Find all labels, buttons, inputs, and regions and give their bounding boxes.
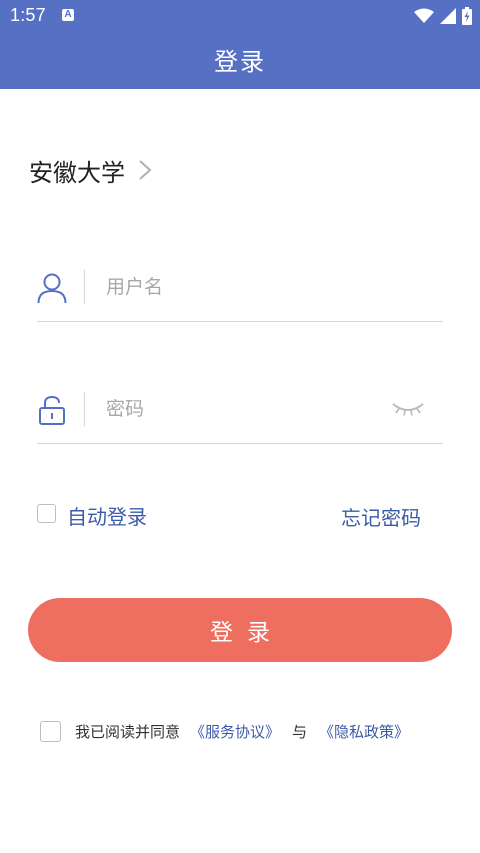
- agreement-and: 与: [292, 722, 308, 741]
- app-header: 1:57 A 登录: [0, 0, 480, 89]
- signal-icon: [440, 8, 456, 24]
- status-bar: 1:57 A: [0, 0, 480, 32]
- login-options: 自动登录 忘记密码: [37, 498, 421, 534]
- service-agreement-link[interactable]: 《服务协议》: [190, 721, 280, 742]
- school-selector[interactable]: 安徽大学: [29, 152, 155, 188]
- chevron-right-icon: [139, 160, 152, 180]
- agreement-checkbox[interactable]: [40, 720, 61, 742]
- battery-icon: [462, 7, 472, 25]
- privacy-policy-link[interactable]: 《隐私政策》: [319, 721, 409, 742]
- field-underline: [37, 321, 443, 322]
- field-divider: [84, 270, 85, 304]
- agreement-row: 我已阅读并同意 《服务协议》 与 《隐私政策》: [40, 719, 460, 743]
- login-button[interactable]: 登录: [28, 598, 452, 662]
- eye-closed-icon[interactable]: [391, 398, 425, 420]
- field-underline: [37, 443, 443, 444]
- auto-login-checkbox[interactable]: [37, 504, 56, 523]
- page-title: 登录: [214, 48, 266, 76]
- user-icon: [37, 273, 67, 304]
- school-name: 安徽大学: [29, 158, 125, 187]
- field-divider: [84, 392, 85, 426]
- forgot-password-link[interactable]: 忘记密码: [341, 502, 421, 531]
- wifi-icon: [414, 8, 434, 23]
- agreement-text: 我已阅读并同意: [75, 722, 181, 741]
- password-input[interactable]: [106, 390, 376, 428]
- notification-icon: A: [62, 9, 74, 21]
- status-icons: [414, 7, 472, 25]
- password-field: [37, 374, 443, 444]
- username-input[interactable]: [106, 268, 376, 306]
- status-time: 1:57: [10, 5, 46, 25]
- username-field: [37, 252, 443, 322]
- auto-login-label: 自动登录: [67, 505, 147, 529]
- lock-icon: [39, 395, 65, 425]
